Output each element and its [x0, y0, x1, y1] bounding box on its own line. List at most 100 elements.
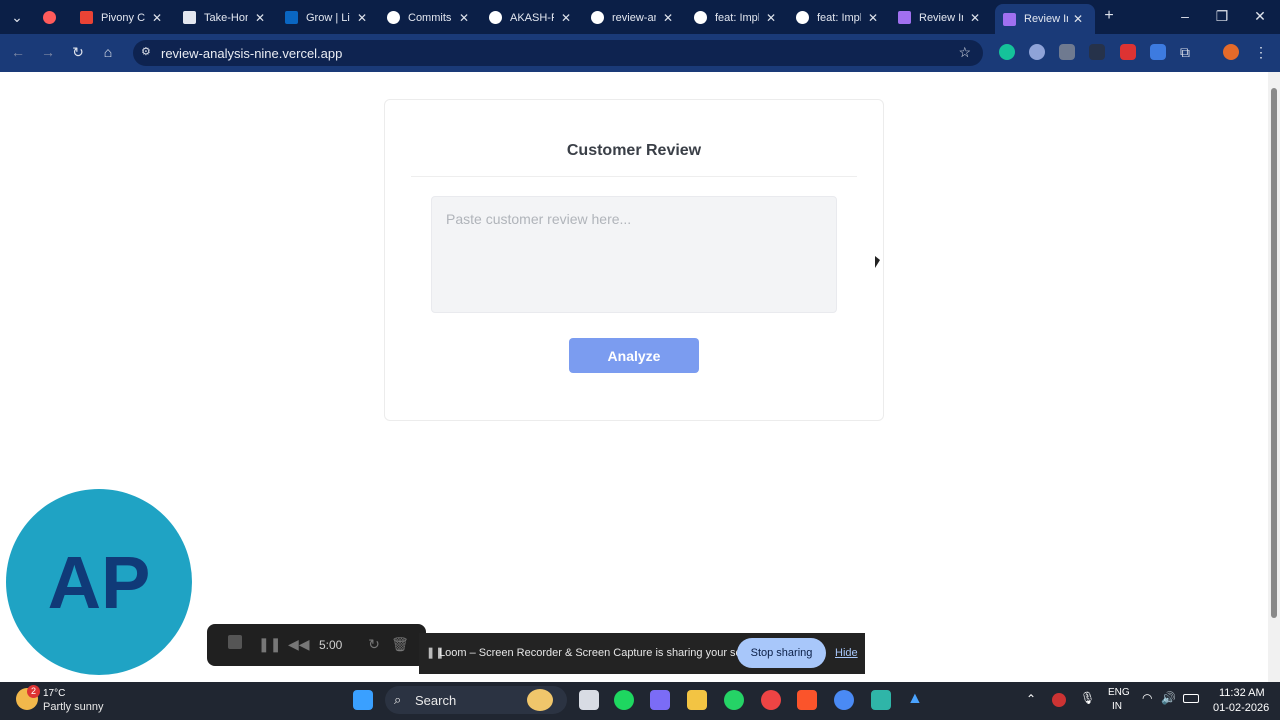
tab-take-home[interactable]: Take-Hom ✕	[183, 5, 265, 30]
close-icon[interactable]: ✕	[255, 11, 265, 25]
github-icon	[591, 11, 604, 24]
trash-icon[interactable]: 🗑	[391, 635, 409, 653]
clock-date[interactable]: 01-02-2026	[1213, 702, 1269, 714]
tray-overflow-icon[interactable]: ⌃	[1026, 692, 1036, 706]
chrome-active-icon[interactable]	[834, 690, 854, 710]
extension-icon[interactable]	[1059, 44, 1075, 60]
restore-icon[interactable]: ❐	[1212, 6, 1232, 26]
spotify-icon[interactable]	[614, 690, 634, 710]
tab-title: Review In	[919, 11, 963, 24]
site-info-icon[interactable]: ⚙	[141, 45, 151, 58]
windows-start-icon[interactable]	[353, 690, 373, 710]
weather-desc[interactable]: Partly sunny	[43, 701, 104, 713]
menu-icon[interactable]: ⋮	[1251, 42, 1271, 62]
tab-title: Commits	[408, 11, 452, 24]
page-scrollbar[interactable]	[1268, 72, 1280, 682]
hide-link[interactable]: Hide	[835, 647, 858, 659]
weather-temp[interactable]: 17°C	[43, 688, 65, 699]
close-icon[interactable]: ✕	[357, 11, 367, 25]
tab-linkedin[interactable]: Grow | Lin ✕	[285, 5, 367, 30]
app-icon[interactable]: ▲	[907, 690, 927, 710]
tab-title: AKASH-PI	[510, 11, 554, 24]
back-icon[interactable]: ←	[8, 42, 28, 62]
extension-icon[interactable]	[1089, 44, 1105, 60]
file-explorer-icon[interactable]	[687, 690, 707, 710]
copilot-icon[interactable]	[650, 690, 670, 710]
avatar-initials: AP	[47, 540, 151, 624]
bookmark-star-icon[interactable]: ☆	[958, 44, 971, 61]
git-icon[interactable]	[871, 690, 891, 710]
task-view-icon[interactable]	[579, 690, 599, 710]
tab-search-icon[interactable]: ⌄	[7, 7, 27, 27]
tab-title: Review In	[1024, 13, 1068, 25]
flag-icon	[183, 11, 196, 24]
extension-icon[interactable]	[1120, 44, 1136, 60]
minimize-icon[interactable]: –	[1175, 6, 1195, 26]
close-icon[interactable]: ✕	[561, 11, 571, 25]
address-bar[interactable]: ⚙ review-analysis-nine.vercel.app ☆	[133, 40, 983, 66]
home-icon[interactable]: ⌂	[98, 42, 118, 62]
review-card: Customer Review Analyze	[384, 99, 884, 421]
tab-loom[interactable]	[43, 5, 64, 30]
windows-taskbar: 2 17°C Partly sunny ⌕ Search ▲ ⌃ 🎙 ENG I…	[0, 682, 1280, 720]
vercel-icon	[1003, 12, 1016, 26]
close-icon[interactable]: ✕	[766, 11, 776, 25]
rewind-icon[interactable]: ◀◀	[288, 635, 310, 653]
divider	[411, 176, 857, 177]
review-input[interactable]	[431, 196, 837, 313]
taskbar-search[interactable]: ⌕ Search	[385, 686, 567, 714]
vercel-icon	[898, 11, 911, 24]
battery-icon[interactable]	[1183, 694, 1199, 703]
extension-icon[interactable]	[1150, 44, 1166, 60]
reload-icon[interactable]: ↻	[68, 42, 88, 62]
tab-akash[interactable]: AKASH-PI ✕	[489, 5, 571, 30]
restart-icon[interactable]: ↻	[365, 635, 383, 653]
microphone-icon[interactable]: 🎙	[1080, 691, 1095, 705]
github-icon	[489, 11, 502, 24]
volume-icon[interactable]: 🔊	[1161, 691, 1176, 705]
tab-title: Take-Hom	[204, 11, 248, 24]
close-icon[interactable]: ✕	[970, 11, 980, 25]
tray-app-icon[interactable]	[1052, 693, 1066, 707]
tab-review-an[interactable]: review-an ✕	[591, 5, 673, 30]
language-code[interactable]: ENG	[1108, 687, 1130, 698]
profile-icon[interactable]	[1223, 44, 1239, 60]
tab-review-active[interactable]: Review In ✕	[995, 4, 1095, 34]
tab-pivony[interactable]: Pivony Ca ✕	[80, 5, 162, 30]
github-icon	[694, 11, 707, 24]
wifi-icon[interactable]: ◠	[1142, 691, 1152, 705]
close-icon[interactable]: ✕	[868, 11, 878, 25]
analyze-button[interactable]: Analyze	[569, 338, 699, 373]
grammarly-icon[interactable]	[999, 44, 1015, 60]
extensions-puzzle-icon[interactable]: ⧉	[1180, 44, 1196, 60]
forward-icon[interactable]: →	[38, 42, 58, 62]
window-close-icon[interactable]: ✕	[1250, 6, 1270, 26]
close-icon[interactable]: ✕	[663, 11, 673, 25]
stop-record-icon[interactable]	[226, 635, 244, 653]
close-icon[interactable]: ✕	[152, 11, 162, 25]
new-tab-icon[interactable]: +	[1099, 6, 1119, 26]
chrome-icon[interactable]	[761, 690, 781, 710]
search-icon: ⌕	[394, 692, 402, 707]
pause-icon[interactable]: ❚❚	[258, 635, 281, 653]
tab-commits[interactable]: Commits ✕	[387, 5, 469, 30]
brave-icon[interactable]	[797, 690, 817, 710]
clock-time[interactable]: 11:32 AM	[1219, 687, 1265, 699]
extension-icon[interactable]	[1029, 44, 1045, 60]
search-highlight-icon	[527, 689, 553, 711]
linkedin-icon	[285, 11, 298, 24]
gmail-icon	[80, 11, 93, 24]
whatsapp-icon[interactable]	[724, 690, 744, 710]
stop-sharing-button[interactable]: Stop sharing	[737, 638, 826, 668]
tab-review-1[interactable]: Review In ✕	[898, 5, 980, 30]
loom-recorder-controls: ❚❚ ◀◀ 5:00 ↻ 🗑	[207, 624, 426, 666]
scroll-thumb[interactable]	[1271, 88, 1277, 618]
tab-feat-2[interactable]: feat: Impl ✕	[796, 5, 878, 30]
tab-feat-1[interactable]: feat: Impl ✕	[694, 5, 776, 30]
close-icon[interactable]: ✕	[459, 11, 469, 25]
language-region[interactable]: IN	[1112, 701, 1122, 712]
screen-sharing-bar: ❚❚ Loom – Screen Recorder & Screen Captu…	[419, 633, 865, 674]
tab-title: Grow | Lin	[306, 11, 350, 24]
close-icon[interactable]: ✕	[1073, 12, 1083, 26]
page-title: Customer Review	[566, 142, 702, 159]
